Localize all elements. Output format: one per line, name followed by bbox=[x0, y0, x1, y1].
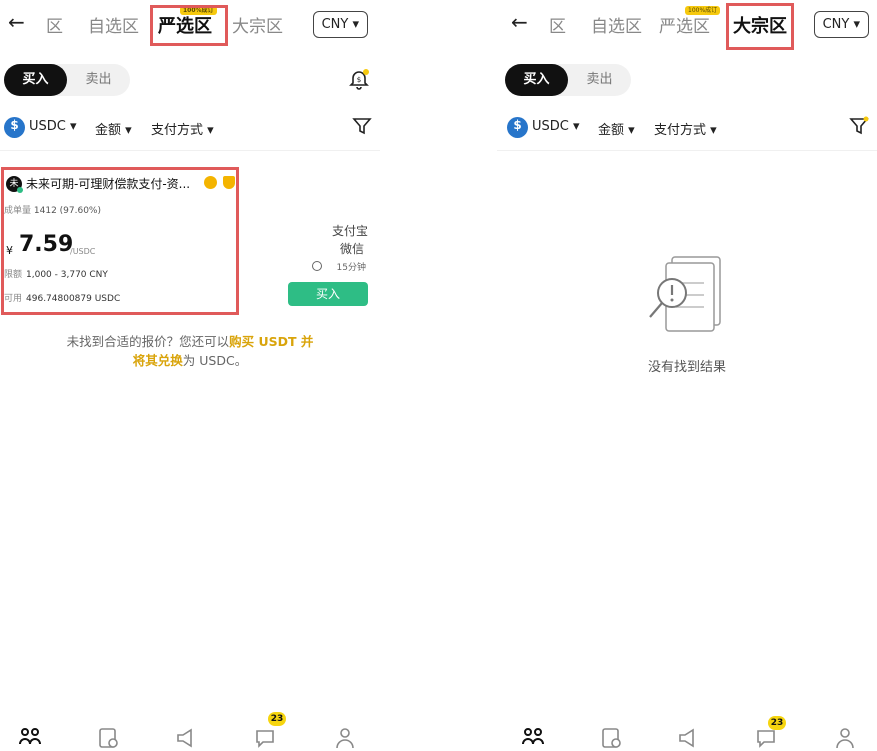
payment-time: 15分钟 bbox=[336, 263, 366, 273]
currency-select[interactable]: CNY ▾ bbox=[312, 11, 368, 38]
amount-filter[interactable]: 金额 ▾ bbox=[598, 119, 635, 138]
payment-wechat: 微信 bbox=[339, 242, 364, 256]
usdc-coin-icon bbox=[4, 117, 25, 138]
left-screen: ← 区 自选区 严选区 100%成订 大宗区 CNY ▾ 买入 卖出 $ USD… bbox=[0, 0, 380, 751]
clock-icon bbox=[312, 261, 322, 271]
filter-bar: USDC ▾ 金额 ▾ 支付方式 ▾ bbox=[4, 116, 376, 140]
filter-funnel-icon[interactable] bbox=[849, 116, 869, 136]
tab-partial[interactable]: 区 bbox=[46, 12, 63, 37]
profile-icon[interactable] bbox=[333, 726, 357, 750]
tab-partial[interactable]: 区 bbox=[549, 12, 566, 37]
buy-button[interactable]: 买入 bbox=[288, 282, 368, 306]
tab-selected-zone[interactable]: 严选区 100%成订 bbox=[659, 6, 721, 37]
panel-gap bbox=[380, 0, 497, 751]
highlight-box bbox=[150, 5, 228, 46]
back-arrow-icon[interactable]: ← bbox=[8, 10, 25, 34]
buy-toggle[interactable]: 买入 bbox=[505, 64, 568, 96]
sell-toggle[interactable]: 卖出 bbox=[67, 64, 130, 96]
bottom-nav: 23 bbox=[497, 716, 877, 751]
svg-text:$: $ bbox=[357, 76, 361, 84]
chat-count-badge: 23 bbox=[268, 712, 286, 726]
filter-bar: USDC ▾ 金额 ▾ 支付方式 ▾ bbox=[507, 116, 873, 140]
not-found-hint: 未找到合适的报价？您还可以购买 USDT 并 将其兑换为 USDC。 bbox=[40, 332, 340, 370]
p2p-icon[interactable] bbox=[521, 726, 545, 750]
tab-selected-zone-label: 严选区 bbox=[659, 17, 710, 37]
orders-icon[interactable] bbox=[97, 726, 121, 750]
payment-filter[interactable]: 支付方式 ▾ bbox=[151, 119, 214, 138]
highlight-box bbox=[726, 3, 794, 50]
payment-alipay: 支付宝 bbox=[331, 224, 368, 238]
back-arrow-icon[interactable]: ← bbox=[511, 10, 528, 34]
amount-filter[interactable]: 金额 ▾ bbox=[95, 119, 132, 138]
empty-result-icon bbox=[649, 256, 721, 332]
coin-filter[interactable]: USDC ▾ bbox=[532, 119, 580, 134]
payment-filter[interactable]: 支付方式 ▾ bbox=[654, 119, 717, 138]
announcement-icon[interactable] bbox=[677, 726, 701, 750]
right-screen: ← 区 自选区 严选区 100%成订 大宗区 CNY ▾ 买入 卖出 USDC … bbox=[497, 0, 877, 751]
tab-watchlist[interactable]: 自选区 bbox=[591, 12, 642, 37]
orders-icon[interactable] bbox=[600, 726, 624, 750]
announcement-icon[interactable] bbox=[175, 726, 199, 750]
hint-text: 未找到合适的报价？您还可以 bbox=[66, 334, 230, 349]
bottom-nav: 23 bbox=[0, 712, 380, 751]
divider bbox=[497, 150, 877, 151]
usdc-coin-icon bbox=[507, 117, 528, 138]
completion-badge: 100%成订 bbox=[685, 6, 721, 15]
currency-select[interactable]: CNY ▾ bbox=[813, 11, 869, 38]
chat-count-badge: 23 bbox=[768, 716, 786, 730]
buy-sell-toggle: 买入 卖出 bbox=[505, 64, 631, 96]
convert-link[interactable]: 将其兑换 bbox=[133, 353, 183, 368]
buy-usdt-link[interactable]: 购买 USDT 并 bbox=[229, 334, 313, 349]
empty-result-text: 没有找到结果 bbox=[647, 360, 726, 375]
p2p-icon[interactable] bbox=[18, 726, 42, 750]
header: ← 区 自选区 严选区 100%成订 大宗区 CNY ▾ bbox=[497, 0, 877, 50]
header: ← 区 自选区 严选区 100%成订 大宗区 CNY ▾ bbox=[0, 0, 380, 48]
buy-toggle[interactable]: 买入 bbox=[4, 64, 67, 96]
bell-icon[interactable]: $ bbox=[348, 68, 370, 90]
buy-sell-toggle: 买入 卖出 bbox=[4, 64, 130, 96]
divider bbox=[0, 150, 380, 151]
card-highlight-box bbox=[1, 167, 239, 315]
tab-bulk-zone[interactable]: 大宗区 bbox=[232, 12, 283, 37]
coin-filter[interactable]: USDC ▾ bbox=[29, 119, 77, 134]
profile-icon[interactable] bbox=[833, 726, 857, 750]
tab-watchlist[interactable]: 自选区 bbox=[88, 12, 139, 37]
sell-toggle[interactable]: 卖出 bbox=[568, 64, 631, 96]
chat-icon[interactable] bbox=[254, 726, 278, 750]
filter-funnel-icon[interactable] bbox=[352, 116, 372, 136]
hint-suffix: 为 USDC。 bbox=[182, 353, 248, 368]
